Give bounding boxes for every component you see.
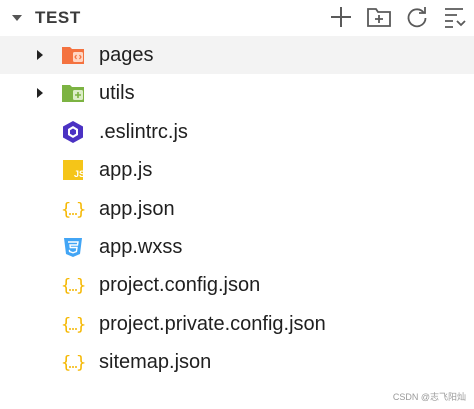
tree-item-label: utils	[99, 82, 135, 105]
tree-folder-row[interactable]: utils	[0, 74, 474, 112]
tree-file-row[interactable]: {} sitemap.json	[0, 343, 474, 381]
tree-file-row[interactable]: {} project.config.json	[0, 266, 474, 304]
file-tree: pages utils .eslintrc.js JS app.js {} app.json…	[0, 36, 474, 382]
tree-folder-row[interactable]: pages	[0, 36, 474, 75]
chevron-down-icon[interactable]	[11, 14, 23, 22]
explorer-header[interactable]: TEST	[0, 0, 474, 36]
file-explorer: TEST pages utils .eslintrc.js JS app.js …	[0, 0, 474, 409]
tree-file-row[interactable]: app.wxss	[0, 228, 474, 266]
svg-text:{: {	[61, 353, 71, 373]
json-file-icon: {}	[61, 200, 85, 220]
js-file-icon: JS	[63, 160, 85, 181]
explorer-actions	[328, 4, 468, 30]
tree-item-label: app.js	[99, 159, 153, 182]
css-file-icon	[64, 237, 82, 257]
new-folder-button[interactable]	[366, 4, 392, 30]
svg-text:{: {	[61, 276, 71, 296]
collapse-all-button[interactable]	[442, 4, 468, 30]
collapse-all-icon	[445, 8, 466, 28]
svg-text:}: }	[76, 315, 85, 335]
svg-text:JS: JS	[74, 169, 85, 179]
refresh-button[interactable]	[404, 4, 430, 30]
svg-text:{: {	[61, 200, 71, 220]
new-file-icon	[331, 7, 351, 27]
svg-text:{: {	[61, 315, 71, 335]
tree-file-row[interactable]: {} project.private.config.json	[0, 305, 474, 343]
svg-text:}: }	[76, 353, 85, 373]
chevron-right-icon[interactable]	[36, 88, 44, 99]
workspace-title[interactable]: TEST	[35, 8, 81, 28]
json-file-icon: {}	[61, 353, 85, 373]
json-file-icon: {}	[61, 315, 85, 335]
eslint-icon	[63, 120, 83, 143]
folder-utils-icon	[62, 85, 84, 103]
tree-item-label: sitemap.json	[99, 351, 212, 374]
tree-item-label: project.config.json	[99, 274, 261, 297]
tree-item-label: app.wxss	[99, 235, 183, 258]
svg-text:}: }	[76, 276, 85, 296]
tree-file-row[interactable]: JS app.js	[0, 151, 474, 189]
folder-pages-icon	[62, 47, 84, 64]
svg-text:}: }	[76, 200, 85, 220]
watermark: CSDN @志飞阳灿	[392, 392, 466, 402]
tree-file-row[interactable]: {} app.json	[0, 190, 474, 228]
tree-item-label: app.json	[99, 197, 175, 220]
tree-item-label: pages	[99, 44, 154, 66]
tree-file-row[interactable]: .eslintrc.js	[0, 113, 474, 151]
json-file-icon: {}	[61, 276, 85, 296]
new-folder-icon	[367, 8, 391, 27]
chevron-right-icon[interactable]	[36, 50, 44, 60]
tree-item-label: project.private.config.json	[99, 312, 326, 335]
refresh-icon	[407, 7, 427, 28]
tree-item-label: .eslintrc.js	[99, 120, 188, 143]
new-file-button[interactable]	[328, 4, 354, 30]
